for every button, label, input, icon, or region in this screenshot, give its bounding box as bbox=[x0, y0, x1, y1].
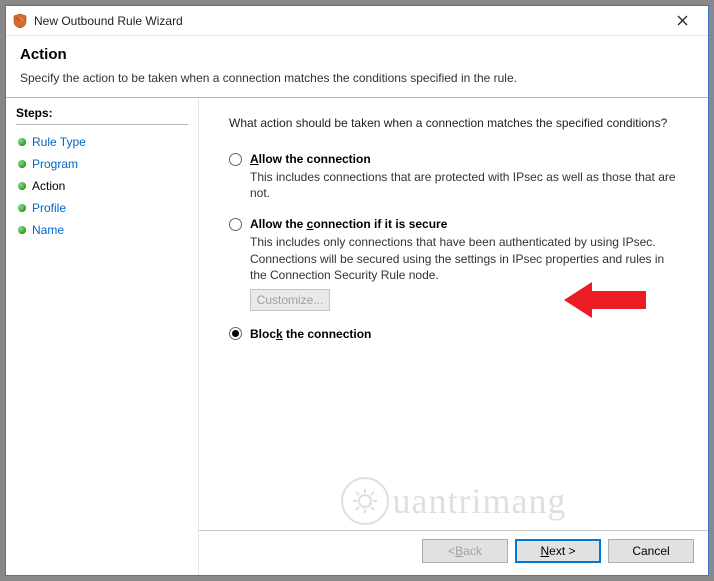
step-bullet-icon bbox=[18, 182, 26, 190]
option-desc-allow-secure: This includes only connections that have… bbox=[250, 234, 680, 283]
option-label-allow-secure: Allow the connection if it is secure bbox=[250, 217, 447, 231]
window-title: New Outbound Rule Wizard bbox=[34, 14, 662, 28]
option-desc-allow: This includes connections that are prote… bbox=[250, 169, 680, 201]
step-bullet-icon bbox=[18, 160, 26, 168]
step-name[interactable]: Name bbox=[16, 219, 188, 241]
cancel-button[interactable]: Cancel bbox=[608, 539, 694, 563]
step-bullet-icon bbox=[18, 204, 26, 212]
wizard-window: New Outbound Rule Wizard Action Specify … bbox=[5, 5, 709, 576]
steps-label: Steps: bbox=[16, 106, 188, 125]
radio-allow-secure[interactable] bbox=[229, 218, 242, 231]
step-action[interactable]: Action bbox=[16, 175, 188, 197]
step-label: Profile bbox=[32, 201, 66, 215]
radio-dot-icon bbox=[232, 330, 239, 337]
step-bullet-icon bbox=[18, 226, 26, 234]
watermark: uantrimang bbox=[341, 477, 567, 525]
radio-row-block[interactable]: Block the connection bbox=[229, 327, 690, 341]
cancel-label: Cancel bbox=[632, 544, 669, 558]
action-prompt: What action should be taken when a conne… bbox=[229, 116, 690, 130]
steps-sidebar: Steps: Rule Type Program Action Profile Name bbox=[6, 98, 199, 575]
close-button[interactable] bbox=[662, 7, 702, 35]
button-row: < Back Next > Cancel bbox=[422, 539, 694, 563]
radio-row-allow[interactable]: Allow the connection bbox=[229, 152, 690, 166]
customize-button: Customize... bbox=[250, 289, 330, 311]
step-label: Program bbox=[32, 157, 78, 171]
step-label: Rule Type bbox=[32, 135, 86, 149]
next-button[interactable]: Next > bbox=[515, 539, 601, 563]
close-icon bbox=[677, 15, 688, 26]
step-profile[interactable]: Profile bbox=[16, 197, 188, 219]
step-program[interactable]: Program bbox=[16, 153, 188, 175]
footer-divider bbox=[199, 530, 708, 531]
back-pre: < bbox=[448, 544, 455, 558]
content-panel: What action should be taken when a conne… bbox=[199, 98, 708, 575]
option-block: Block the connection bbox=[229, 327, 690, 341]
step-label: Action bbox=[32, 179, 65, 193]
option-label-block: Block the connection bbox=[250, 327, 371, 341]
wizard-body: Steps: Rule Type Program Action Profile Name… bbox=[6, 98, 708, 575]
step-bullet-icon bbox=[18, 138, 26, 146]
firewall-icon bbox=[12, 13, 28, 29]
option-allow: Allow the connection This includes connec… bbox=[229, 152, 690, 201]
next-ul: N bbox=[540, 544, 549, 558]
radio-row-allow-secure[interactable]: Allow the connection if it is secure bbox=[229, 217, 690, 231]
back-post: ack bbox=[463, 544, 482, 558]
radio-block[interactable] bbox=[229, 327, 242, 340]
step-rule-type[interactable]: Rule Type bbox=[16, 131, 188, 153]
back-ul: B bbox=[455, 544, 463, 558]
radio-allow[interactable] bbox=[229, 153, 242, 166]
step-label: Name bbox=[32, 223, 64, 237]
page-heading: Action bbox=[20, 46, 694, 63]
watermark-text: uantrimang bbox=[393, 480, 567, 522]
next-post: ext > bbox=[549, 544, 575, 558]
back-button[interactable]: < Back bbox=[422, 539, 508, 563]
wizard-header: Action Specify the action to be taken wh… bbox=[6, 36, 708, 97]
option-label-allow: Allow the connection bbox=[250, 152, 371, 166]
titlebar: New Outbound Rule Wizard bbox=[6, 6, 708, 36]
option-allow-secure: Allow the connection if it is secure This… bbox=[229, 217, 690, 311]
page-description: Specify the action to be taken when a co… bbox=[20, 71, 694, 85]
